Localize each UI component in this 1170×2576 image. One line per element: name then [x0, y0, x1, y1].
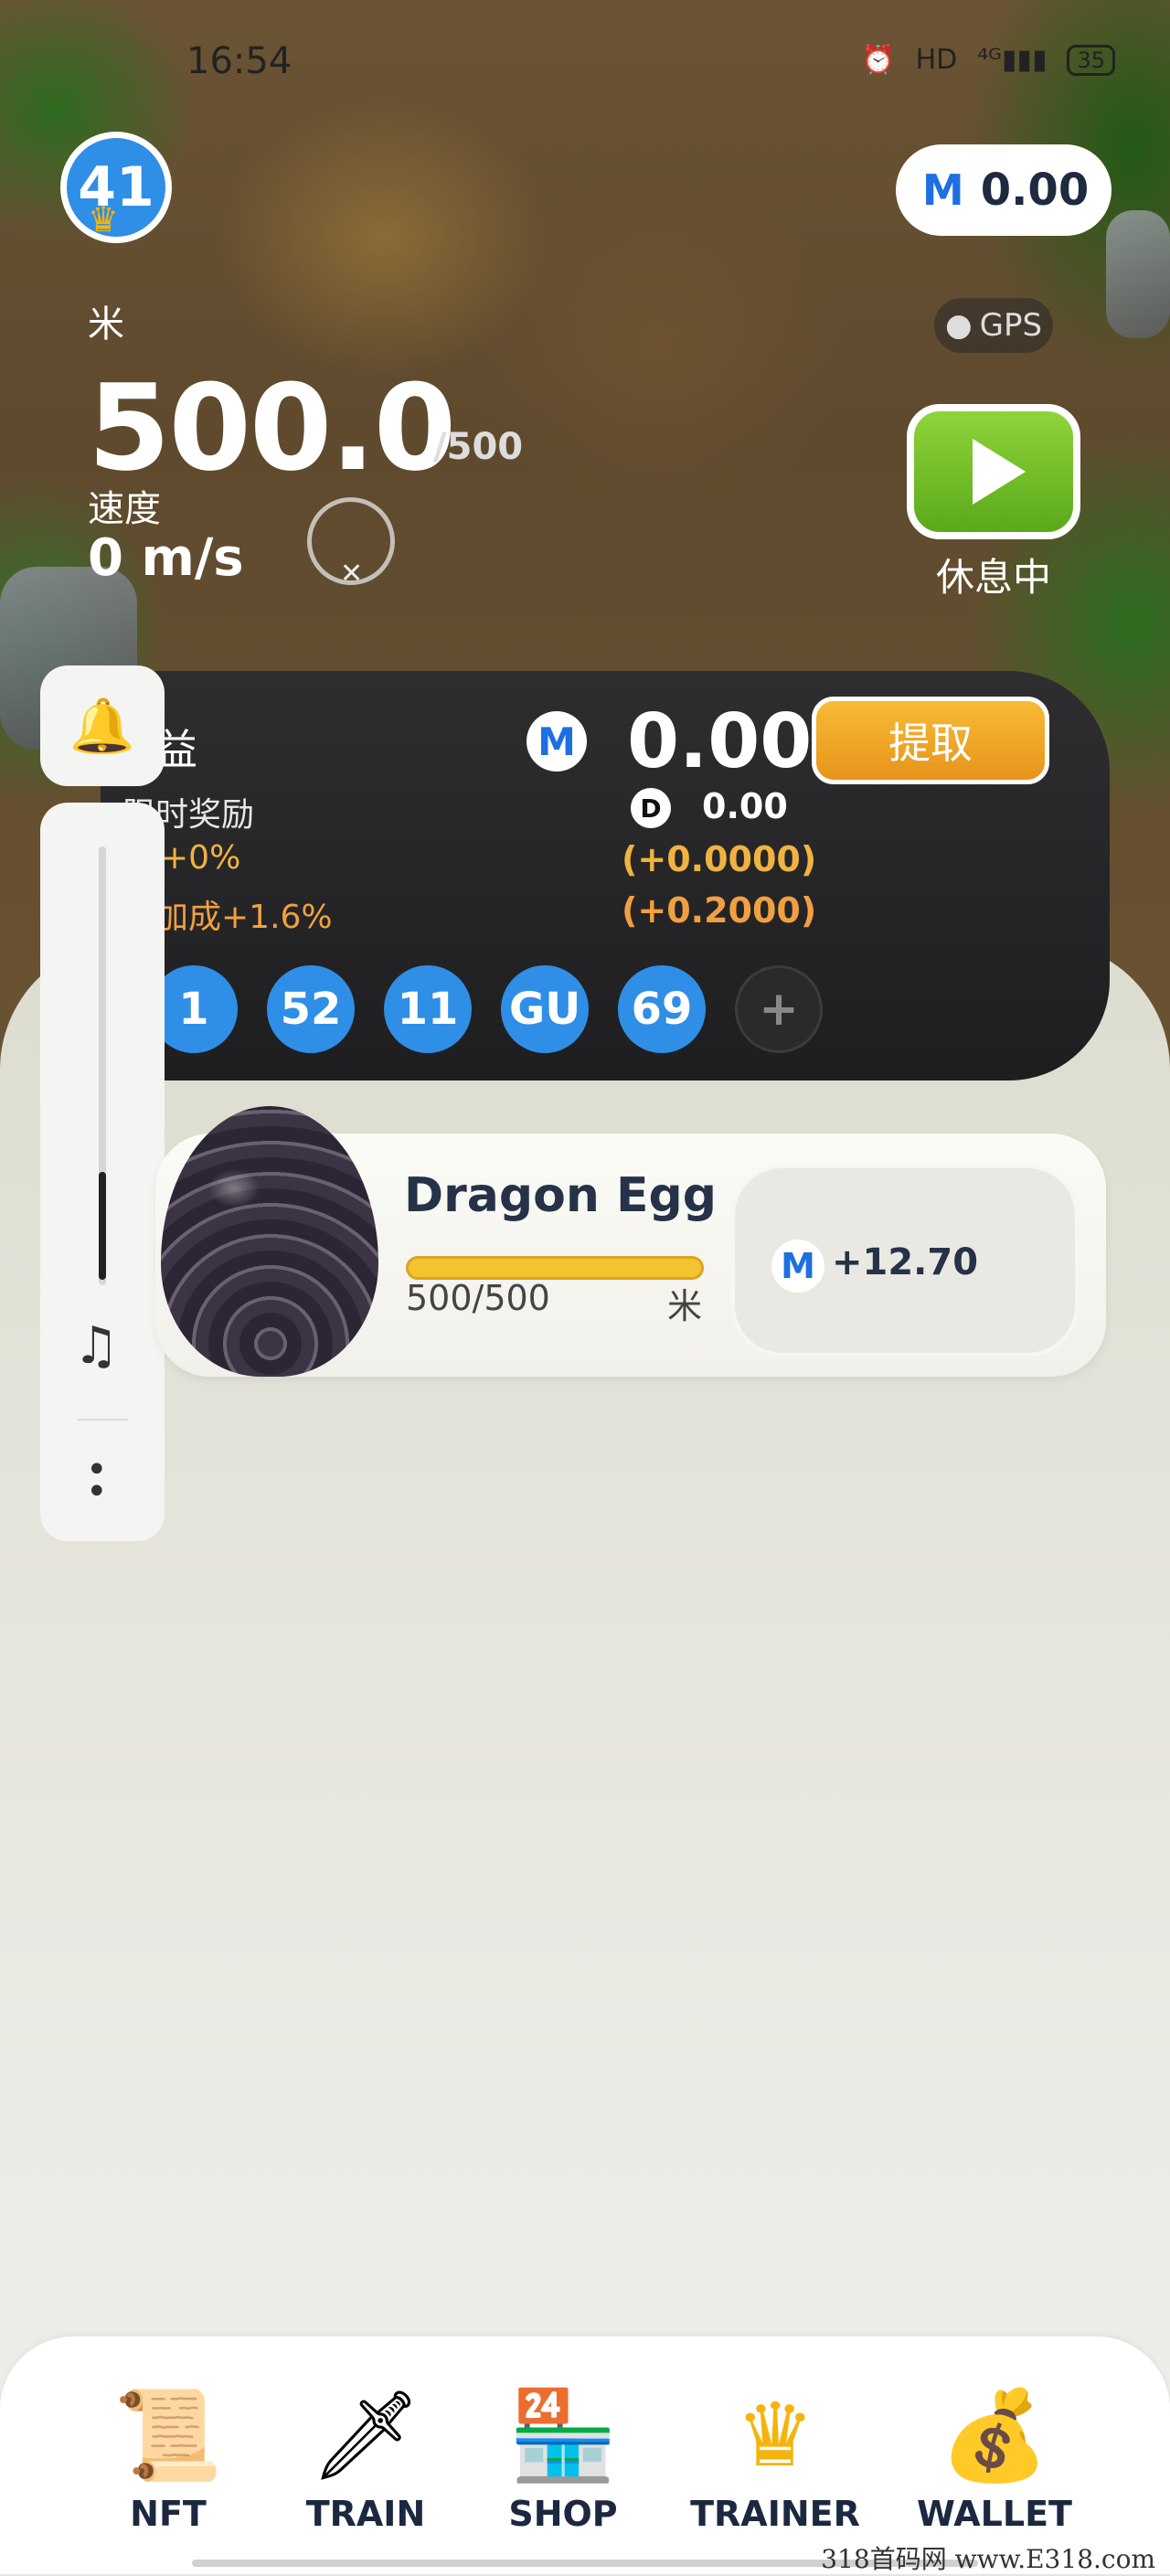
sword-icon: 🗡	[310, 2384, 421, 2486]
speed-label: 速度	[88, 488, 161, 530]
nav-label: WALLET	[917, 2494, 1072, 2534]
watermark: 318首码网 www.E318.com	[821, 2544, 1155, 2574]
bell-icon[interactable]: 🔔	[40, 665, 165, 786]
rate-1: (+0.0000)	[622, 839, 817, 879]
more-icon[interactable]: • •	[86, 1452, 108, 1510]
gps-dot-icon: ●	[944, 307, 973, 344]
nav-item-train[interactable]: 🗡 TRAIN	[274, 2380, 457, 2534]
egg-name: Dragon Egg	[404, 1168, 717, 1223]
nav-item-trainer[interactable]: ♛ TRAINER	[684, 2380, 867, 2534]
egg-progress-text: 500/500	[406, 1278, 550, 1318]
balance-pill[interactable]: M 0.00	[896, 144, 1112, 236]
battery-icon: 35	[1067, 44, 1115, 76]
rate-2: (+0.2000)	[622, 890, 817, 931]
token-slot[interactable]: 69	[618, 965, 706, 1053]
nav-item-shop[interactable]: 🏪 SHOP	[472, 2380, 654, 2534]
map-rock	[1106, 210, 1170, 338]
balance-value: 0.00	[980, 165, 1090, 216]
withdraw-button[interactable]: 提取	[812, 697, 1049, 784]
play-icon	[973, 439, 1026, 505]
add-token-button[interactable]: +	[735, 965, 823, 1053]
nav-label: NFT	[130, 2494, 207, 2534]
distance-max: /500	[433, 426, 524, 468]
egg-progress-bar	[406, 1256, 704, 1280]
music-icon[interactable]: ♫	[73, 1316, 119, 1376]
start-button[interactable]	[907, 404, 1080, 539]
d-token-value: 0.00	[702, 786, 788, 826]
speed-value: 0 m/s	[88, 528, 244, 588]
nav-item-wallet[interactable]: 💰 WALLET	[903, 2380, 1086, 2534]
volume-slider-fill	[99, 1172, 106, 1280]
coin-bag-icon: 💰	[940, 2384, 1049, 2486]
gauge-off-icon: ✕	[340, 558, 364, 590]
m-token-icon: M	[771, 1240, 824, 1293]
nav-label: TRAIN	[305, 2494, 426, 2534]
nav-label: SHOP	[508, 2494, 618, 2534]
signal-icon: ⁴ᴳ▮▮▮	[977, 44, 1048, 76]
distance-value: 500.0	[88, 358, 456, 497]
token-list: 1 52 11 GU 69 +	[150, 965, 823, 1057]
earnings-total: 0.00	[627, 698, 813, 785]
d-token-icon: D	[631, 788, 671, 828]
shop-icon: 🏪	[508, 2384, 618, 2486]
m-token-icon: M	[526, 711, 587, 772]
crown-icon: ♛	[735, 2384, 815, 2486]
network-type: HD	[915, 44, 958, 76]
token-slot[interactable]: 11	[384, 965, 472, 1053]
rest-status: 休息中	[936, 555, 1052, 600]
scroll-icon: 📜	[113, 2384, 223, 2486]
status-time: 16:54	[186, 40, 292, 82]
egg-progress-unit: 米	[667, 1286, 703, 1326]
token-slot[interactable]: 52	[267, 965, 355, 1053]
gps-indicator: ● GPS	[934, 298, 1053, 353]
gps-label: GPS	[979, 307, 1043, 344]
alarm-icon: ⏰	[861, 44, 896, 76]
divider	[77, 1419, 128, 1421]
egg-reward-value: +12.70	[832, 1241, 979, 1283]
bonus-percent: +0%	[161, 839, 241, 877]
status-bar: 16:54 ⏰ HD ⁴ᴳ▮▮▮ 35	[0, 37, 1170, 91]
crown-icon: ♛	[88, 199, 120, 240]
nav-item-nft[interactable]: 📜 NFT	[77, 2380, 260, 2534]
distance-unit: 米	[88, 303, 124, 346]
m-token-icon: M	[921, 165, 964, 215]
token-slot[interactable]: GU	[501, 965, 589, 1053]
nav-label: TRAINER	[690, 2494, 860, 2534]
